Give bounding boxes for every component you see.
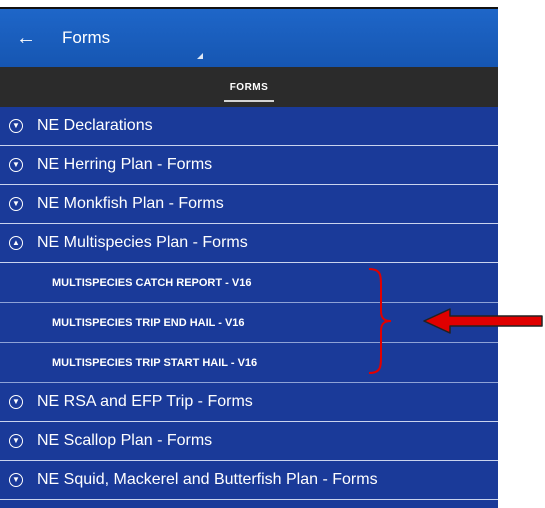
group-ne-multispecies[interactable]: ▲ NE Multispecies Plan - Forms [0,224,498,263]
group-ne-rsa-efp[interactable]: ▼ NE RSA and EFP Trip - Forms [0,383,498,422]
chevron-down-circle-icon: ▼ [9,473,23,487]
group-label: NE Multispecies Plan - Forms [37,234,248,251]
chevron-up-circle-icon: ▲ [9,236,23,250]
form-item-catch-report[interactable]: MULTISPECIES CATCH REPORT - V16 [0,263,498,303]
chevron-down-circle-icon: ▼ [9,197,23,211]
group-label: NE Herring Plan - Forms [37,156,213,173]
app-screen: ← Forms FORMS ▼ NE Declarations ▼ NE Her… [0,7,498,508]
app-bar: ← Forms [0,9,498,67]
group-ne-monkfish[interactable]: ▼ NE Monkfish Plan - Forms [0,185,498,224]
group-label: NE Scallop Plan - Forms [37,432,213,449]
chevron-down-circle-icon: ▼ [9,158,23,172]
group-label: NE RSA and EFP Trip - Forms [37,393,253,410]
group-label: NE Squid, Mackerel and Butterfish Plan -… [37,471,378,488]
group-ne-herring[interactable]: ▼ NE Herring Plan - Forms [0,146,498,185]
annotation-bracket-icon [368,268,392,374]
tab-bar: FORMS [0,67,498,107]
chevron-down-circle-icon: ▼ [9,395,23,409]
chevron-down-circle-icon: ▼ [9,119,23,133]
group-label: NE Declarations [37,117,153,134]
annotation-arrow-icon [423,308,543,334]
tab-forms[interactable]: FORMS [223,67,274,107]
chevron-down-circle-icon: ▼ [9,434,23,448]
dropdown-corner-icon[interactable] [197,53,203,59]
group-ne-declarations[interactable]: ▼ NE Declarations [0,107,498,146]
group-label: NE Monkfish Plan - Forms [37,195,224,212]
forms-list: ▼ NE Declarations ▼ NE Herring Plan - Fo… [0,107,498,500]
group-ne-scallop[interactable]: ▼ NE Scallop Plan - Forms [0,422,498,461]
form-item-trip-start-hail[interactable]: MULTISPECIES TRIP START HAIL - V16 [0,343,498,383]
arrow-left-icon: ← [16,26,36,49]
group-ne-squid-mackerel[interactable]: ▼ NE Squid, Mackerel and Butterfish Plan… [0,461,498,500]
page-title: Forms [62,28,111,47]
back-button[interactable]: ← [0,9,52,67]
